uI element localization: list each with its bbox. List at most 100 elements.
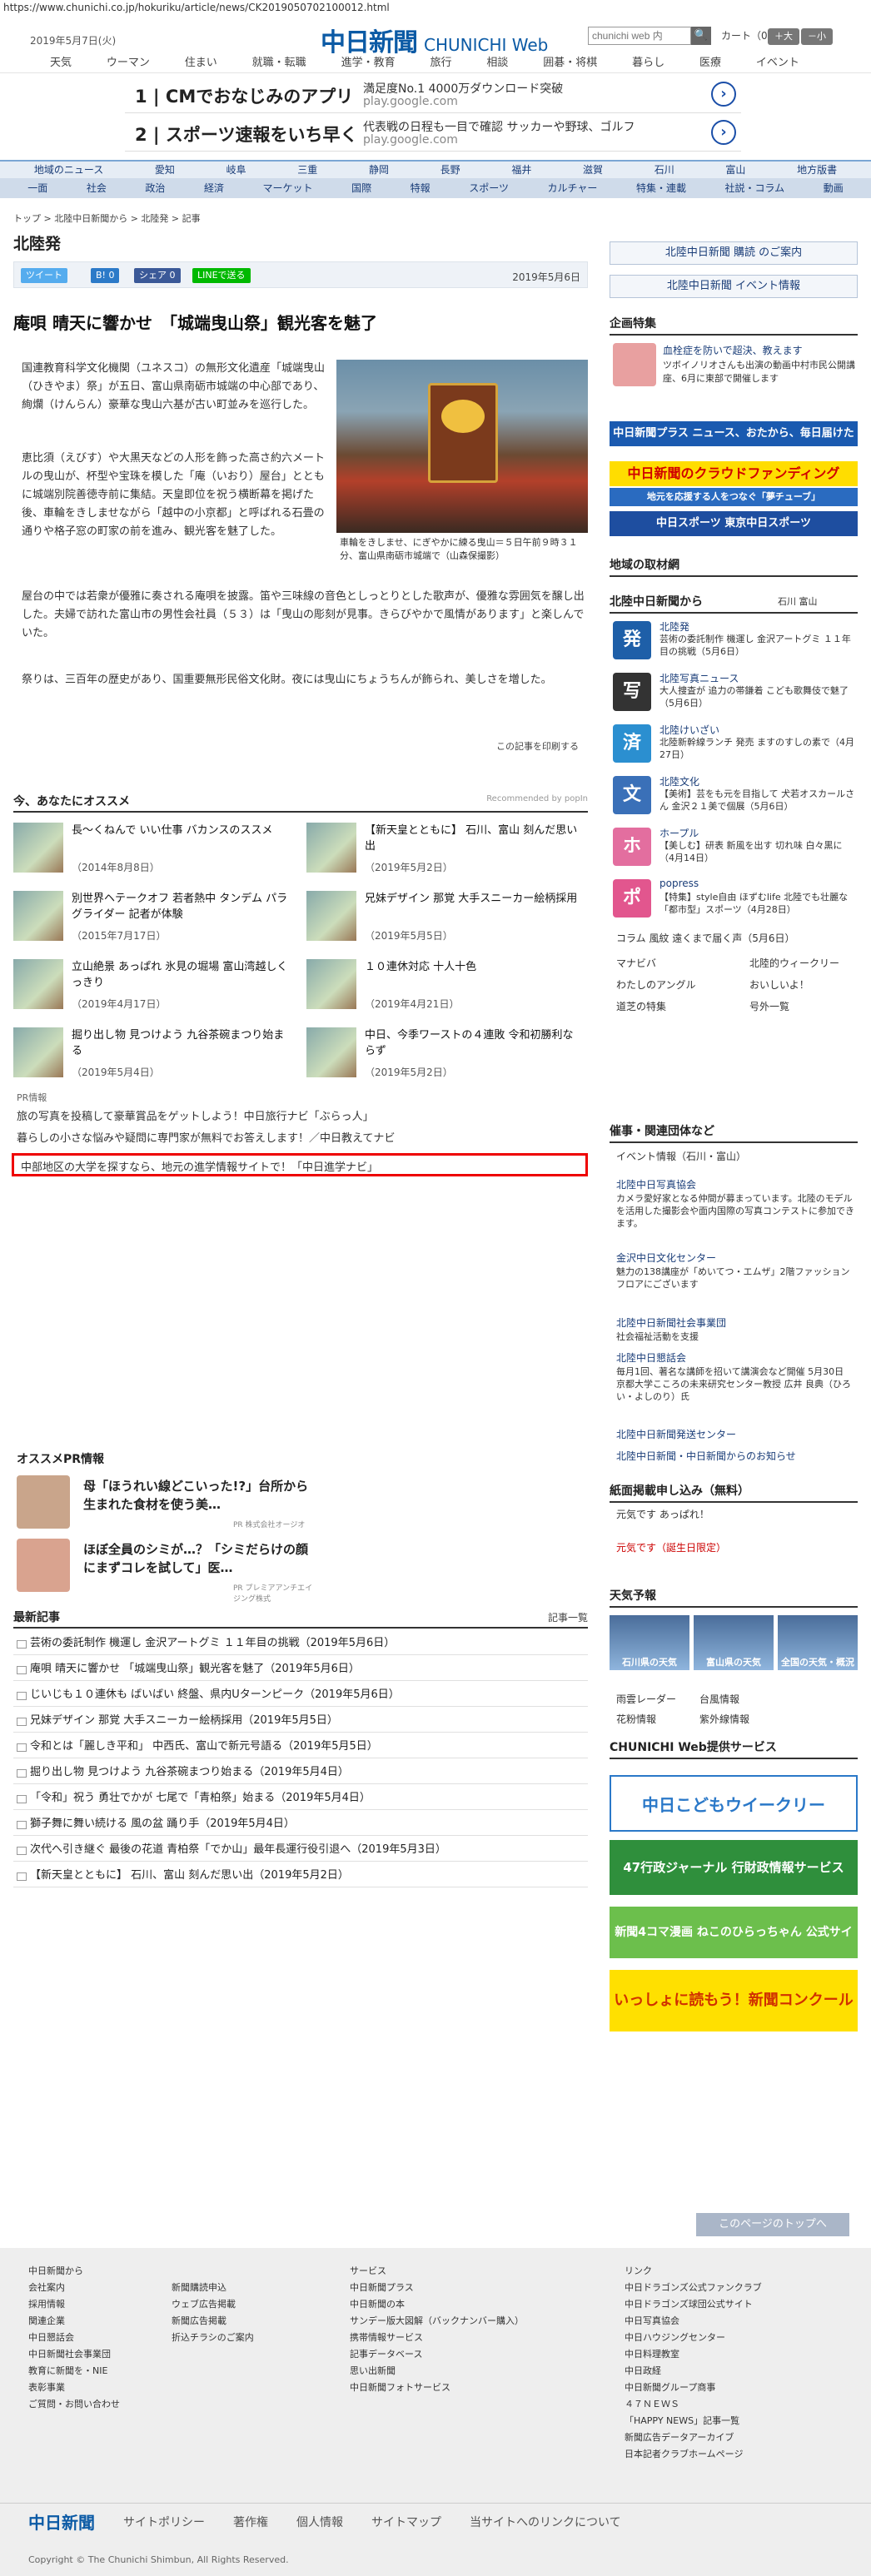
top-nav-item[interactable]: 囲碁・将棋 — [543, 53, 597, 69]
category-nav-item[interactable]: 経済 — [204, 178, 224, 198]
pr-link[interactable]: 旅の写真を投稿して豪華賞品をゲットしよう！中日旅行ナビ「ぶらっ人」 — [17, 1107, 374, 1123]
event-info-link[interactable]: イベント情報（石川・富山） — [616, 1149, 746, 1163]
font-large-button[interactable]: ＋大 — [768, 28, 799, 45]
pr2-item[interactable]: ほぼ全員のシミが…？「シミだらけの顔にまずコレを試して」医… PR プレミアアン… — [17, 1539, 316, 1604]
recommend-item[interactable]: 兄妹デザイン 那覚 大手スニーカー絵柄採用 （2019年5月5日） — [306, 889, 590, 946]
footer-link[interactable]: ご質問・お問い合わせ — [28, 2396, 120, 2413]
category-nav-item[interactable]: カルチャー — [548, 178, 598, 198]
category-nav-item[interactable]: マーケット — [263, 178, 313, 198]
footer-link[interactable]: 折込チラシのご案内 — [172, 2330, 254, 2346]
right-link[interactable]: コラム 風紋 遠くまで届く声（5月6日） — [616, 931, 795, 945]
footer-link[interactable]: 教育に新聞を・NIE — [28, 2363, 120, 2380]
category-nav-item[interactable]: 特集・連載 — [636, 178, 686, 198]
latest-article-link[interactable]: 庵唄 晴天に響かせ 「城端曳山祭」観光客を魅了（2019年5月6日） — [13, 1658, 588, 1681]
right-link[interactable]: 道芝の特集 — [616, 999, 666, 1013]
hokuriku-category[interactable]: ポ popress 【特集】style自由 ほずむlife 北陸でも壮麗な「都市型」… — [610, 878, 858, 922]
top-nav-item[interactable]: イベント — [756, 53, 799, 69]
breadcrumb[interactable]: トップ > 北陸中日新聞から > 北陸発 > 記事 — [13, 211, 201, 225]
recommend-item[interactable]: 立山絶景 あっぱれ 氷見の堀場 富山湾越しくっきり （2019年4月17日） — [13, 957, 296, 1014]
print-link[interactable]: この記事を印刷する — [496, 739, 579, 753]
footer-link[interactable]: 中日政経 — [625, 2363, 762, 2380]
footer-link[interactable]: 中日新聞グループ商事 — [625, 2380, 762, 2396]
footer-logo[interactable]: 中日新聞 — [28, 2509, 95, 2534]
event-info-button[interactable]: 北陸中日新聞 イベント情報 — [610, 275, 858, 298]
recommend-item[interactable]: 中日、今季ワーストの４連敗 令和初勝利ならず （2019年5月2日） — [306, 1026, 590, 1082]
region-nav-item[interactable]: 福井 — [511, 162, 531, 178]
top-nav-item[interactable]: 天気 — [50, 53, 72, 69]
footer-nav-item[interactable]: 著作権 — [233, 2514, 268, 2530]
ad-row[interactable]: 1 | CMでおなじみのアプリ 満足度No.1 4000万ダウンロード突破 pl… — [125, 77, 741, 113]
tweet-button[interactable]: ツイート — [21, 268, 67, 283]
toyama-weather-tile[interactable]: 富山県の天気 — [694, 1615, 774, 1670]
top-nav-item[interactable]: 暮らし — [632, 53, 664, 69]
ishikawa-weather-tile[interactable]: 石川県の天気 — [610, 1615, 689, 1670]
top-nav-item[interactable]: ウーマン — [107, 53, 150, 69]
recommend-item[interactable]: 長～くねんで いい仕事 バカンスのススメ （2014年8月8日） — [13, 821, 296, 878]
chunichi-sports-banner[interactable]: 中日スポーツ 東京中日スポーツ — [610, 511, 858, 536]
top-nav-item[interactable]: 旅行 — [430, 53, 451, 69]
kansai-link[interactable]: 北陸中日新聞発送センター — [616, 1427, 736, 1441]
footer-link[interactable]: 採用情報 — [28, 2296, 120, 2313]
latest-article-link[interactable]: 掘り出し物 見つけよう 九谷茶碗まつり始まる（2019年5月4日） — [13, 1761, 588, 1784]
right-link[interactable]: わたしのアングル — [616, 977, 696, 992]
top-nav-item[interactable]: 医療 — [699, 53, 721, 69]
latest-article-link[interactable]: 令和とは「麗しき平和」 中西氏、富山で新元号語る（2019年5月5日） — [13, 1735, 588, 1758]
category-nav-item[interactable]: スポーツ — [469, 178, 509, 198]
radar-link[interactable]: 雨雲レーダー — [616, 1692, 676, 1706]
region-nav-item[interactable]: 長野 — [440, 162, 460, 178]
font-small-button[interactable]: －小 — [801, 28, 833, 45]
manga-banner[interactable]: 新聞4コマ漫画 ねこのひらっちゃん 公式サイト — [610, 1907, 858, 1991]
footer-link[interactable]: 中日写真協会 — [625, 2313, 762, 2330]
footer-link[interactable]: 「HAPPY NEWS」記事一覧 — [625, 2413, 762, 2429]
category-nav-item[interactable]: 社会 — [87, 178, 107, 198]
footer-link[interactable]: 関連企業 — [28, 2313, 120, 2330]
latest-article-link[interactable]: 「令和」祝う 勇壮でかが 七尾で「青柏祭」始まる（2019年5月4日） — [13, 1787, 588, 1810]
footer-link[interactable]: ウェブ広告掲載 — [172, 2296, 254, 2313]
article-list-link[interactable]: 記事一覧 — [548, 1610, 588, 1624]
footer-nav-item[interactable]: 個人情報 — [296, 2514, 343, 2530]
footer-link[interactable]: 日本記者クラブホームページ — [625, 2446, 762, 2463]
right-link[interactable]: マナビバ — [616, 956, 656, 970]
latest-article-link[interactable]: 次代へ引き継ぐ 最後の花道 青柏祭「でか山」最年長運行役引退へ（2019年5月3… — [13, 1838, 588, 1862]
latest-article-link[interactable]: 芸術の委託制作 機運し 金沢アートグミ １１年目の挑戦（2019年5月6日） — [13, 1632, 588, 1655]
latest-article-link[interactable]: 獅子舞に舞い続ける 風の盆 踊り手（2019年5月4日） — [13, 1813, 588, 1836]
footer-link[interactable]: 表彰事業 — [28, 2380, 120, 2396]
gyozai-banner[interactable]: 47行政ジャーナル 行財政情報サービス — [610, 1840, 858, 1895]
footer-link[interactable]: 中日新聞の本 — [350, 2296, 524, 2313]
latest-article-link[interactable]: 【新天皇とともに】 石川、富山 刻んだ思い出（2019年5月2日） — [13, 1864, 588, 1887]
footer-link[interactable]: 新聞広告データアーカイブ — [625, 2429, 762, 2446]
right-link[interactable]: 北陸的ウィークリー — [749, 956, 839, 970]
category-nav-item[interactable]: 一面 — [27, 178, 47, 198]
kodomo-weekly-banner[interactable]: 中日こどもウイークリー — [610, 1775, 858, 1832]
region-nav-item[interactable]: 地方版書 — [797, 162, 837, 178]
hokuriku-category[interactable]: ホホープル 【美しむ】研表 新風を出す 切れ味 白々黒に（4月14日） — [610, 826, 858, 871]
latest-article-link[interactable]: じいじも１０連休も ばいばい 終盤、県内Uターンピーク（2019年5月6日） — [13, 1683, 588, 1707]
pr-link-highlighted[interactable]: 中部地区の大学を探すなら、地元の進学情報サイトで！「中日進学ナビ」 — [12, 1153, 588, 1176]
region-nav-item[interactable]: 三重 — [297, 162, 317, 178]
pr-link[interactable]: 暮らしの小さな悩みや疑問に専門家が無料でお答えします！／中日教えてナビ — [17, 1129, 395, 1145]
category-nav-item[interactable]: 社説・コラム — [725, 178, 785, 198]
hatena-button[interactable]: B! 0 — [91, 268, 120, 283]
footer-nav-item[interactable]: 当サイトへのリンクについて — [470, 2514, 621, 2530]
chevron-right-icon[interactable]: › — [711, 82, 736, 107]
region-nav-item[interactable]: 地域のニュース — [34, 162, 103, 178]
recommend-item[interactable]: 掘り出し物 見つけよう 九谷茶碗まつり始まる （2019年5月4日） — [13, 1026, 296, 1082]
top-nav-item[interactable]: 就職・転職 — [252, 53, 306, 69]
region-links[interactable]: 石川 富山 — [778, 594, 818, 608]
org-name[interactable]: 北陸中日新聞社会事業団 — [616, 1315, 726, 1330]
latest-article-link[interactable]: 兄妹デザイン 那覚 大手スニーカー絵柄採用（2019年5月5日） — [13, 1709, 588, 1733]
footer-link[interactable]: ４７ＮＥＷＳ — [625, 2396, 762, 2413]
region-nav-item[interactable]: 滋賀 — [583, 162, 603, 178]
footer-link[interactable]: 中日新聞社会事業団 — [28, 2346, 120, 2363]
recommend-item[interactable]: 【新天皇とともに】 石川、富山 刻んだ思い出 （2019年5月2日） — [306, 821, 590, 878]
region-nav-item[interactable]: 岐阜 — [226, 162, 246, 178]
org-name[interactable]: 北陸中日懇話会 — [616, 1350, 686, 1365]
footer-nav-item[interactable]: サイトポリシー — [123, 2514, 205, 2530]
article-photo[interactable] — [336, 360, 588, 533]
search-icon[interactable]: 🔍 — [691, 27, 711, 45]
yume-tube-banner[interactable]: 地元を応援する人をつなぐ「夢チューブ」 — [610, 488, 858, 506]
pr2-item[interactable]: 母「ほうれい線どこいった!?」台所から生まれた食材を使う美… PR 株式会社オー… — [17, 1475, 316, 1534]
hokuriku-category[interactable]: 文北陸文化 【美術】芸をも元を目指して 犬若オスカールさん 金沢２１美で個展（5月… — [610, 774, 858, 819]
hokuriku-category[interactable]: 発北陸発 芸術の委託制作 機運し 金沢アートグミ １１年目の挑戦（5月6日） — [610, 619, 858, 664]
pollen-link[interactable]: 花粉情報 — [616, 1712, 656, 1726]
